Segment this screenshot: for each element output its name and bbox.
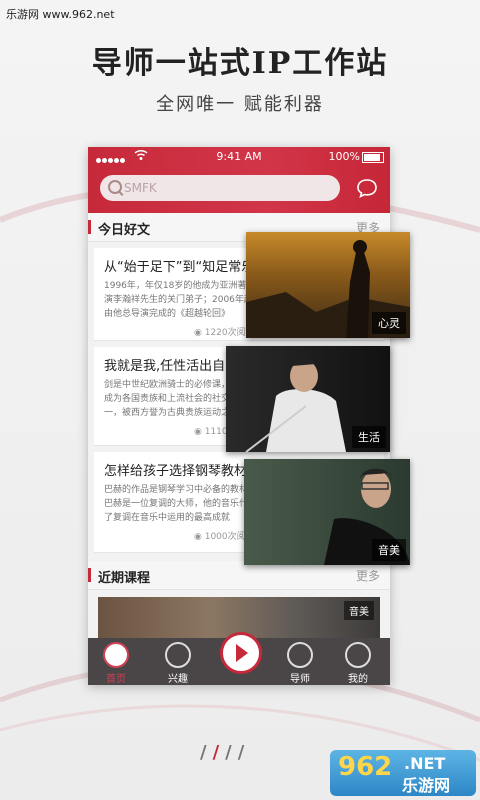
app-header: 9:41 AM 100% SMFK bbox=[88, 147, 390, 213]
photo-card-soul[interactable]: 心灵 bbox=[246, 232, 410, 338]
book-icon bbox=[287, 642, 313, 668]
photo-card-music[interactable]: 音美 bbox=[244, 459, 410, 565]
site-logo: 962 .NET 乐游网 bbox=[330, 750, 476, 796]
section-accent-bar bbox=[88, 568, 91, 582]
search-input[interactable]: SMFK bbox=[100, 175, 340, 201]
more-link[interactable]: 更多 bbox=[356, 567, 380, 584]
tab-mine[interactable]: 我的 bbox=[338, 642, 378, 685]
status-bar: 9:41 AM 100% bbox=[88, 147, 390, 167]
page-indicator: //// bbox=[200, 742, 251, 763]
star-icon bbox=[165, 642, 191, 668]
search-placeholder: SMFK bbox=[124, 181, 157, 195]
section-title: 近期课程 bbox=[98, 571, 151, 586]
photo-tag: 心灵 bbox=[372, 312, 406, 334]
play-button[interactable] bbox=[220, 632, 262, 674]
photo-tag: 生活 bbox=[352, 426, 386, 448]
message-icon[interactable] bbox=[356, 177, 378, 199]
headline: 导师一站式IP工作站 bbox=[91, 46, 389, 81]
battery-text: 100% bbox=[328, 150, 360, 163]
home-icon bbox=[103, 642, 129, 668]
tab-mentor[interactable]: 导师 bbox=[280, 642, 320, 685]
section-title: 今日好文 bbox=[98, 223, 151, 238]
tab-home[interactable]: 首页 bbox=[96, 642, 136, 685]
battery-icon bbox=[362, 152, 384, 163]
course-tag: 音美 bbox=[344, 601, 374, 620]
tab-interest[interactable]: 兴趣 bbox=[158, 642, 198, 685]
section-recent-header: 近期课程 更多 bbox=[88, 561, 390, 590]
site-watermark: 乐游网 www.962.net bbox=[6, 8, 115, 21]
subline: 全网唯一 赋能利器 bbox=[156, 94, 324, 115]
user-icon bbox=[345, 642, 371, 668]
section-accent-bar bbox=[88, 220, 91, 234]
bottom-tab-bar: 首页 兴趣 导师 我的 bbox=[88, 632, 390, 685]
photo-card-life[interactable]: 生活 bbox=[226, 346, 390, 452]
photo-tag: 音美 bbox=[372, 539, 406, 561]
search-icon bbox=[108, 180, 122, 194]
